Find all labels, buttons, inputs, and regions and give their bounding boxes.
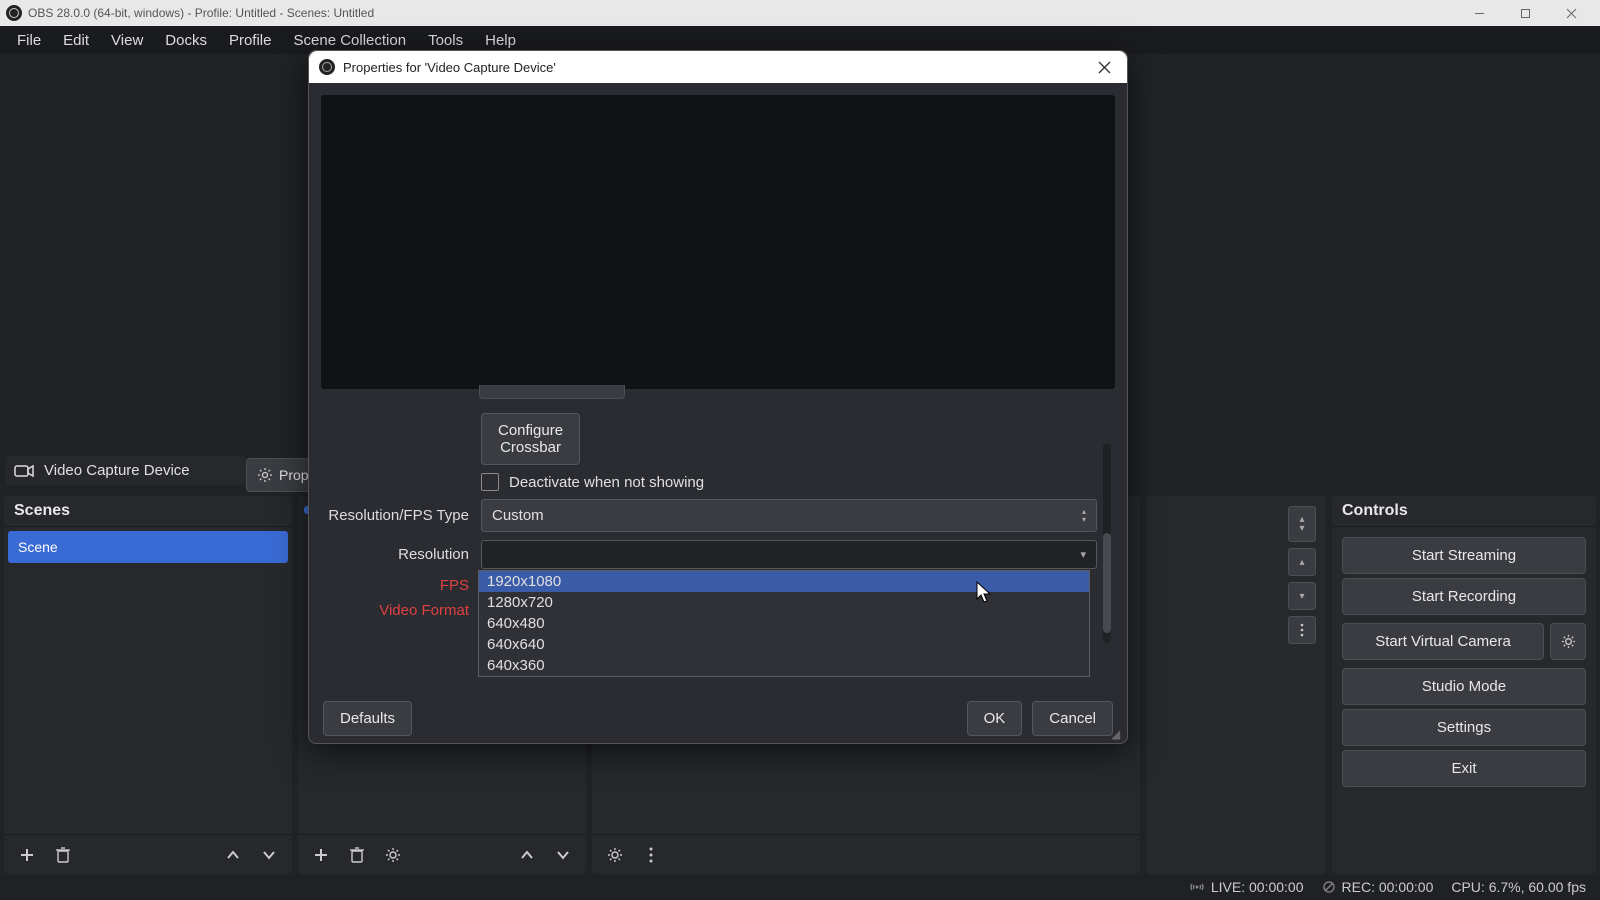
dialog-close-button[interactable]	[1092, 61, 1117, 74]
deactivate-label: Deactivate when not showing	[509, 474, 704, 491]
source-item-label: Video Capture Device	[44, 462, 190, 479]
window-close-button[interactable]	[1548, 0, 1594, 26]
menu-edit[interactable]: Edit	[52, 28, 100, 53]
resolution-dropdown: 1920x1080 1280x720 640x480 640x640 640x3…	[478, 570, 1090, 677]
video-preview	[321, 95, 1115, 389]
res-fps-type-label: Resolution/FPS Type	[321, 507, 481, 524]
window-minimize-button[interactable]	[1456, 0, 1502, 26]
window-title: OBS 28.0.0 (64-bit, windows) - Profile: …	[28, 6, 374, 20]
resolution-option[interactable]: 640x640	[479, 634, 1089, 655]
status-rec: REC: 00:00:00	[1322, 879, 1434, 895]
camera-icon	[14, 463, 34, 479]
window-maximize-button[interactable]	[1502, 0, 1548, 26]
resolution-option[interactable]: 640x480	[479, 613, 1089, 634]
dialog-app-icon	[319, 59, 335, 75]
scenes-header: Scenes	[4, 496, 292, 527]
scenes-panel: Scenes Scene	[4, 496, 292, 874]
transition-menu-button[interactable]	[1288, 616, 1316, 644]
truncated-button[interactable]	[479, 385, 625, 399]
source-item[interactable]: Video Capture Device	[6, 456, 246, 485]
mixer-menu-button[interactable]	[636, 840, 666, 870]
resize-grip[interactable]: ◢	[1111, 727, 1123, 739]
resolution-option[interactable]: 640x360	[479, 655, 1089, 676]
mixer-settings-button[interactable]	[600, 840, 630, 870]
exit-button[interactable]: Exit	[1342, 750, 1586, 787]
scene-transitions-panel: ▴▾ ▴ ▾	[1146, 496, 1326, 874]
video-format-label: Video Format	[321, 602, 481, 619]
resolution-option[interactable]: 1280x720	[479, 592, 1089, 613]
ok-button[interactable]: OK	[967, 701, 1023, 736]
duration-up-button[interactable]: ▴	[1288, 548, 1316, 576]
transition-select-stepper[interactable]: ▴▾	[1288, 506, 1316, 542]
menu-view[interactable]: View	[100, 28, 154, 53]
statusbar: LIVE: 00:00:00 REC: 00:00:00 CPU: 6.7%, …	[0, 874, 1600, 900]
chevron-down-icon: ▾	[1080, 548, 1086, 561]
app-logo-icon	[6, 5, 22, 21]
broadcast-icon	[1189, 879, 1205, 895]
start-recording-button[interactable]: Start Recording	[1342, 578, 1586, 615]
menu-help[interactable]: Help	[474, 28, 527, 53]
scene-delete-button[interactable]	[48, 840, 78, 870]
studio-mode-button[interactable]: Studio Mode	[1342, 668, 1586, 705]
source-add-button[interactable]	[306, 840, 336, 870]
menu-docks[interactable]: Docks	[154, 28, 218, 53]
window-titlebar: OBS 28.0.0 (64-bit, windows) - Profile: …	[0, 0, 1600, 26]
source-delete-button[interactable]	[342, 840, 372, 870]
controls-panel: Controls Start Streaming Start Recording…	[1332, 496, 1596, 874]
deactivate-checkbox[interactable]	[481, 473, 499, 491]
scene-item[interactable]: Scene	[8, 531, 288, 563]
start-virtual-camera-button[interactable]: Start Virtual Camera	[1342, 623, 1544, 660]
cancel-button[interactable]: Cancel	[1032, 701, 1113, 736]
scene-move-down-button[interactable]	[254, 840, 284, 870]
source-move-down-button[interactable]	[548, 840, 578, 870]
dialog-scrollbar[interactable]	[1103, 443, 1111, 643]
res-fps-type-combo[interactable]: Custom ▴▾	[481, 499, 1097, 532]
configure-crossbar-button[interactable]: Configure Crossbar	[481, 413, 580, 465]
status-cpu: CPU: 6.7%, 60.00 fps	[1451, 879, 1586, 895]
menu-tools[interactable]: Tools	[417, 28, 474, 53]
fps-label: FPS	[321, 577, 481, 594]
spinner-icon: ▴▾	[1082, 508, 1086, 524]
dialog-title: Properties for 'Video Capture Device'	[343, 60, 556, 75]
start-streaming-button[interactable]: Start Streaming	[1342, 537, 1586, 574]
defaults-button[interactable]: Defaults	[323, 701, 412, 736]
record-icon	[1322, 880, 1336, 894]
resolution-label: Resolution	[321, 546, 481, 563]
scene-add-button[interactable]	[12, 840, 42, 870]
status-live: LIVE: 00:00:00	[1189, 879, 1304, 895]
duration-down-button[interactable]: ▾	[1288, 582, 1316, 610]
scene-move-up-button[interactable]	[218, 840, 248, 870]
scrollbar-thumb[interactable]	[1103, 533, 1111, 633]
resolution-combo[interactable]: ▾	[481, 540, 1097, 569]
gear-icon	[257, 467, 273, 483]
menu-profile[interactable]: Profile	[218, 28, 283, 53]
resolution-option[interactable]: 1920x1080	[479, 571, 1089, 592]
settings-button[interactable]: Settings	[1342, 709, 1586, 746]
controls-header: Controls	[1332, 496, 1596, 527]
source-properties-icon-button[interactable]	[378, 840, 408, 870]
menu-file[interactable]: File	[6, 28, 52, 53]
virtual-camera-settings-button[interactable]	[1550, 623, 1586, 660]
menu-scene-collection[interactable]: Scene Collection	[283, 28, 418, 53]
dialog-titlebar[interactable]: Properties for 'Video Capture Device'	[309, 51, 1127, 83]
source-move-up-button[interactable]	[512, 840, 542, 870]
